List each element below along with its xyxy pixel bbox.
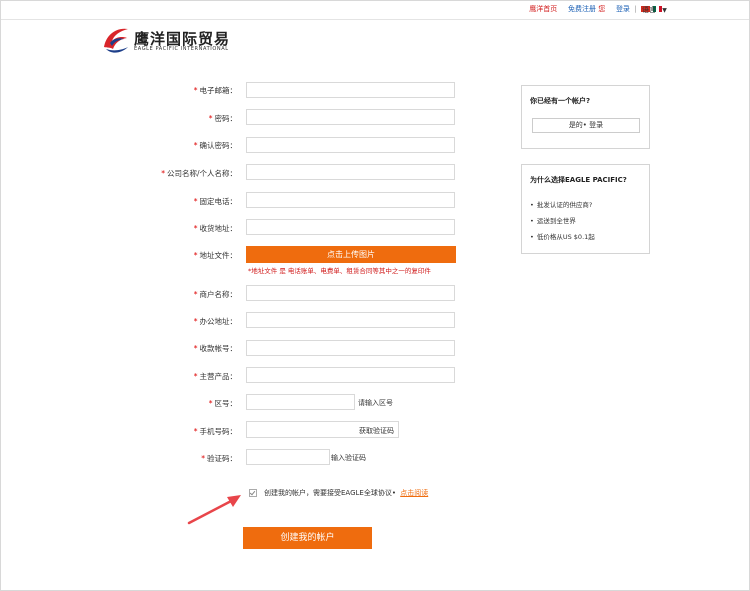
top-bar: 鹰洋首页 免费注册 您 登录 | 语言 ▼ — [1, 1, 749, 20]
existing-account-box: 你已经有一个帐户? 是的• 登录 — [521, 85, 650, 149]
why-choose-title: 为什么选择EAGLE PACIFIC? — [530, 176, 627, 184]
why-choose-box: 为什么选择EAGLE PACIFIC? 批发认证的供应商? 运送到全世界 低价格… — [521, 164, 650, 254]
agreement-text: 创建我的帐户，需要接受EAGLE全球协议• — [264, 489, 399, 497]
address-file-label: * 地址文件： — [193, 251, 237, 260]
email-field[interactable] — [246, 82, 455, 98]
register-link[interactable]: 免费注册 — [568, 5, 596, 13]
email-label: * 电子邮箱： — [193, 86, 237, 95]
delivery-address-field[interactable] — [246, 219, 455, 235]
account-field[interactable] — [246, 340, 455, 356]
agreement-row: 创建我的帐户，需要接受EAGLE全球协议• 点击阅读 — [249, 488, 428, 498]
address-file-note: *地址文件 是 电话账单、电费单、租赁合同等其中之一的复印件 — [248, 267, 431, 275]
password-label: * 密码： — [208, 114, 237, 123]
language-select[interactable]: 语言 ▼ — [642, 5, 667, 15]
read-agreement-link[interactable]: 点击阅读 — [400, 489, 428, 497]
area-code-hint: 请输入区号 — [358, 399, 393, 407]
caret-down-icon: ▼ — [662, 7, 667, 14]
merchant-name-label: * 商户名称： — [193, 290, 237, 299]
sidebar-login-button[interactable]: 是的• 登录 — [532, 118, 640, 133]
home-link[interactable]: 鹰洋首页 — [529, 5, 557, 13]
delivery-address-label: * 收货地址： — [193, 224, 237, 233]
product-field[interactable] — [246, 367, 455, 383]
office-address-field[interactable] — [246, 312, 455, 328]
upload-image-button[interactable]: 点击上传图片 — [246, 246, 456, 263]
office-address-label: * 办公地址： — [193, 317, 237, 326]
confirm-password-label: * 确认密码： — [193, 141, 237, 150]
merchant-name-field[interactable] — [246, 285, 455, 301]
product-label: * 主营产品： — [193, 372, 237, 381]
mobile-field[interactable]: 获取验证码 — [246, 421, 399, 438]
login-link[interactable]: 登录 — [616, 5, 630, 13]
logo-english-name: EAGLE PACIFIC INTERNATIONAL — [134, 46, 229, 52]
existing-account-title: 你已经有一个帐户? — [530, 97, 591, 105]
divider: | — [634, 5, 637, 13]
reasons-list: 批发认证的供应商? 运送到全世界 低价格从US $0.1起 — [530, 199, 595, 247]
company-label: * 公司名称/个人名称： — [161, 169, 237, 178]
confirm-password-field[interactable] — [246, 137, 455, 153]
get-code-button[interactable]: 获取验证码 — [359, 426, 394, 436]
code-label: * 验证码： — [201, 454, 237, 463]
link-separator — [562, 5, 564, 13]
you-text: 您 — [598, 5, 606, 13]
logo[interactable]: 鹰洋国际贸易 EAGLE PACIFIC INTERNATIONAL — [100, 25, 240, 55]
eagle-logo-icon — [104, 28, 128, 53]
company-field[interactable] — [246, 164, 455, 180]
pointer-arrow-icon — [187, 495, 241, 525]
list-item: 低价格从US $0.1起 — [530, 231, 595, 241]
area-code-field[interactable] — [246, 394, 355, 410]
area-code-label: * 区号： — [208, 399, 237, 408]
account-label: * 收款帐号： — [193, 344, 237, 353]
language-label: 语言 — [642, 6, 656, 14]
phone-label: * 固定电话： — [193, 197, 237, 206]
code-field[interactable] — [246, 449, 330, 465]
create-account-button[interactable]: 创建我的帐户 — [243, 527, 372, 549]
list-item: 批发认证的供应商? — [530, 199, 595, 209]
password-field[interactable] — [246, 109, 455, 125]
agree-checkbox[interactable] — [249, 489, 257, 497]
mobile-label: * 手机号码： — [193, 427, 237, 436]
code-hint: 输入验证码 — [331, 454, 366, 462]
phone-field[interactable] — [246, 192, 455, 208]
list-item: 运送到全世界 — [530, 215, 595, 225]
